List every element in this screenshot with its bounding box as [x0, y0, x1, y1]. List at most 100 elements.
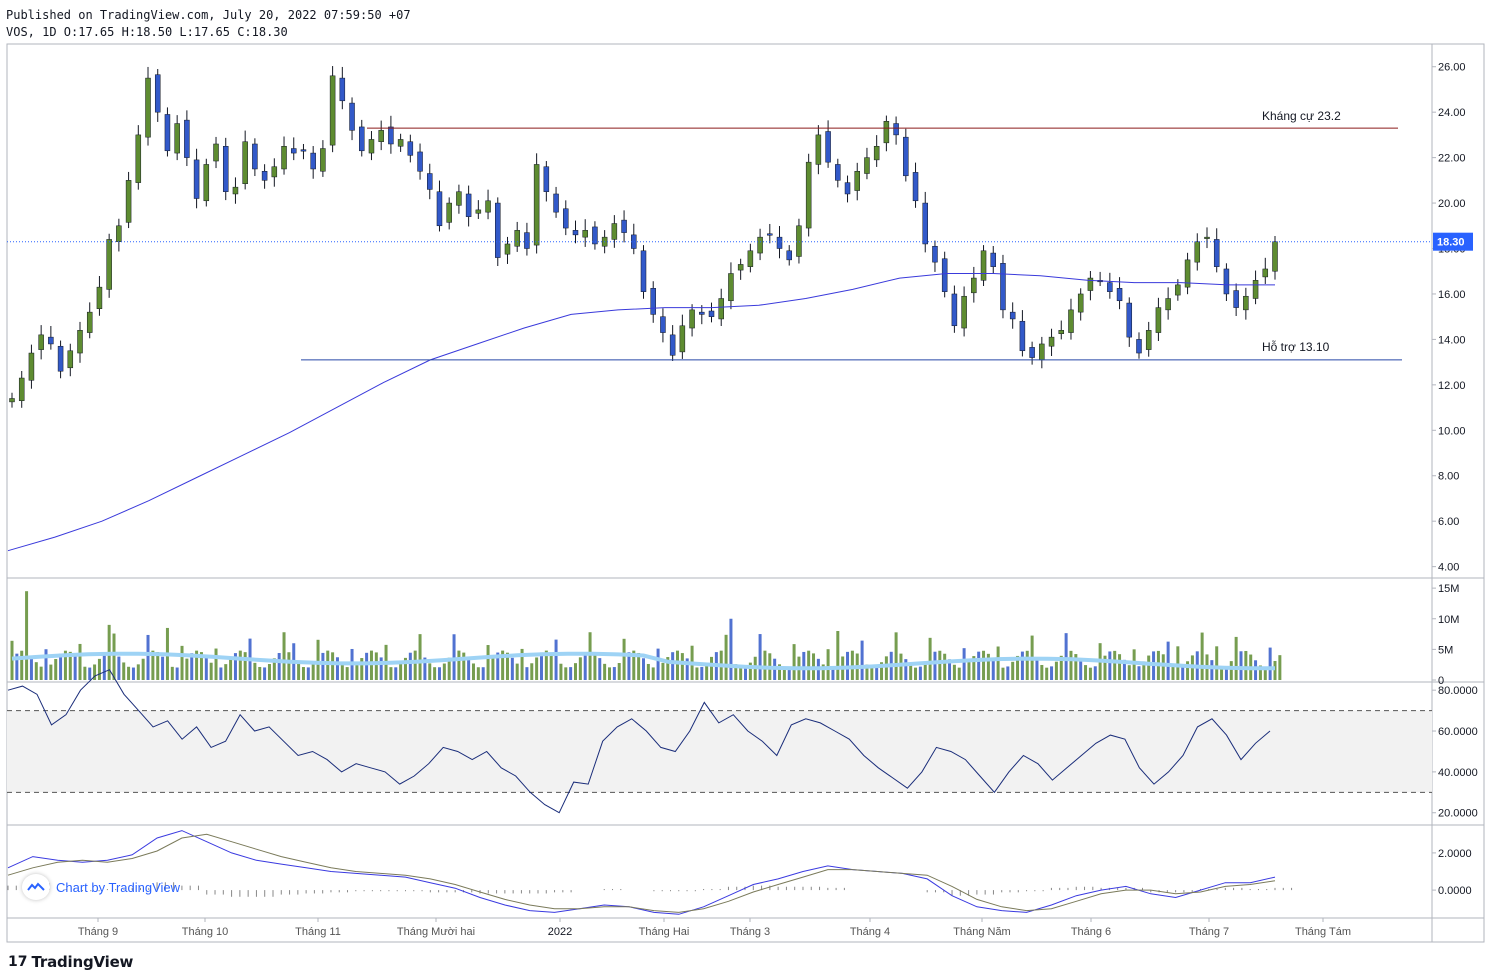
volume-bar: [238, 650, 242, 680]
candle-body: [543, 166, 550, 192]
tradingview-logo-icon: 17: [8, 954, 28, 970]
price-tick-label: 6.00: [1438, 516, 1459, 528]
volume-bar: [136, 664, 140, 680]
volume-bar: [646, 663, 650, 680]
candle-body: [154, 74, 161, 113]
candle-body: [903, 136, 909, 177]
moving-average-line: [7, 273, 1275, 552]
volume-bar: [1210, 660, 1214, 680]
volume-bar: [131, 667, 135, 680]
volume-bar: [612, 667, 616, 680]
volume-bar: [710, 656, 714, 680]
candle-body: [290, 148, 297, 154]
volume-bar: [78, 643, 82, 680]
volume-bar: [418, 634, 422, 680]
volume-bar: [25, 591, 29, 680]
volume-bar: [758, 634, 762, 680]
candle-body: [407, 141, 414, 156]
last-price-label: 18.30: [1437, 237, 1465, 249]
candle-body: [912, 172, 919, 202]
time-tick-label: Tháng 6: [1071, 926, 1111, 938]
volume-bar: [88, 667, 92, 680]
volume-bar: [1200, 632, 1204, 680]
volume-bar: [914, 667, 918, 680]
volume-bar: [1025, 650, 1029, 680]
volume-bar: [457, 650, 461, 680]
volume-bar: [1161, 654, 1165, 680]
volume-bar: [117, 656, 121, 680]
time-tick-label: Tháng Tám: [1295, 926, 1351, 938]
candle-body: [329, 75, 336, 146]
candle-body: [1009, 311, 1016, 320]
macd-tick-label: 2.0000: [1438, 848, 1472, 860]
volume-bar: [491, 657, 495, 680]
volume-bar: [559, 663, 563, 680]
volume-bar: [83, 666, 87, 680]
volume-bar: [224, 664, 228, 680]
tradingview-footer-logo[interactable]: 17 TradingView: [8, 951, 133, 973]
rsi-tick-label: 60.0000: [1438, 726, 1478, 738]
price-tick-label: 24.00: [1438, 107, 1466, 119]
candle-body: [553, 193, 559, 213]
candle-body: [971, 277, 977, 294]
candle-body: [689, 309, 695, 329]
volume-bar: [1011, 661, 1015, 680]
volume-bar: [437, 667, 441, 680]
volume-bar: [471, 663, 475, 680]
volume-bar: [180, 645, 184, 680]
volume-bar: [301, 667, 305, 680]
volume-bar: [588, 632, 592, 680]
price-tick-label: 10.00: [1438, 425, 1466, 437]
candle-body: [388, 126, 394, 145]
candle-body: [485, 200, 491, 213]
volume-bar: [1147, 655, 1151, 680]
chart-by-tradingview-watermark[interactable]: Chart by TradingView: [22, 874, 180, 900]
candle-body: [533, 164, 540, 246]
volume-bar: [564, 667, 568, 680]
volume-bar: [894, 632, 898, 680]
volume-bar: [836, 631, 840, 680]
volume-bar: [860, 640, 864, 680]
chart-canvas[interactable]: 26.0024.0022.0020.0018.0016.0014.0012.00…: [0, 0, 1490, 980]
price-tick-label: 20.00: [1438, 198, 1466, 210]
chart-frame: [6, 43, 1485, 943]
candle-body: [631, 234, 637, 249]
volume-bar: [214, 648, 218, 680]
volume-bar: [676, 650, 680, 680]
time-tick-label: Tháng Năm: [953, 926, 1010, 938]
volume-bar: [807, 650, 811, 680]
volume-bar: [1035, 659, 1039, 680]
volume-bar: [369, 650, 373, 680]
volume-bar: [127, 666, 131, 680]
rsi-tick-label: 20.0000: [1438, 808, 1478, 820]
volume-bar: [413, 650, 417, 680]
candle-body: [844, 182, 851, 195]
volume-bar: [535, 657, 539, 680]
volume-bar: [39, 666, 43, 680]
volume-bar: [1093, 666, 1097, 680]
candle-body: [1019, 320, 1026, 352]
volume-bar: [1113, 650, 1117, 680]
candle-body: [1204, 236, 1210, 239]
volume-bar: [1268, 647, 1272, 680]
volume-bar: [1171, 665, 1175, 680]
candle-body: [728, 273, 734, 302]
volume-bar: [467, 657, 471, 680]
candle-body: [1165, 298, 1171, 311]
volume-bar: [515, 663, 519, 680]
candle-body: [1116, 288, 1123, 302]
volume-bar: [598, 658, 602, 680]
time-tick-label: Tháng 11: [295, 926, 341, 938]
volume-bar: [428, 663, 432, 680]
volume-bar: [593, 652, 597, 680]
candle-body: [310, 152, 316, 170]
volume-bar: [175, 667, 179, 680]
price-tick-label: 8.00: [1438, 471, 1459, 483]
volume-bar: [29, 656, 33, 680]
candle-body: [854, 171, 860, 191]
volume-bar: [695, 667, 699, 680]
candle-body: [475, 209, 482, 214]
candle-body: [873, 146, 880, 161]
candle-body: [757, 236, 763, 254]
candle-body: [1272, 241, 1278, 272]
